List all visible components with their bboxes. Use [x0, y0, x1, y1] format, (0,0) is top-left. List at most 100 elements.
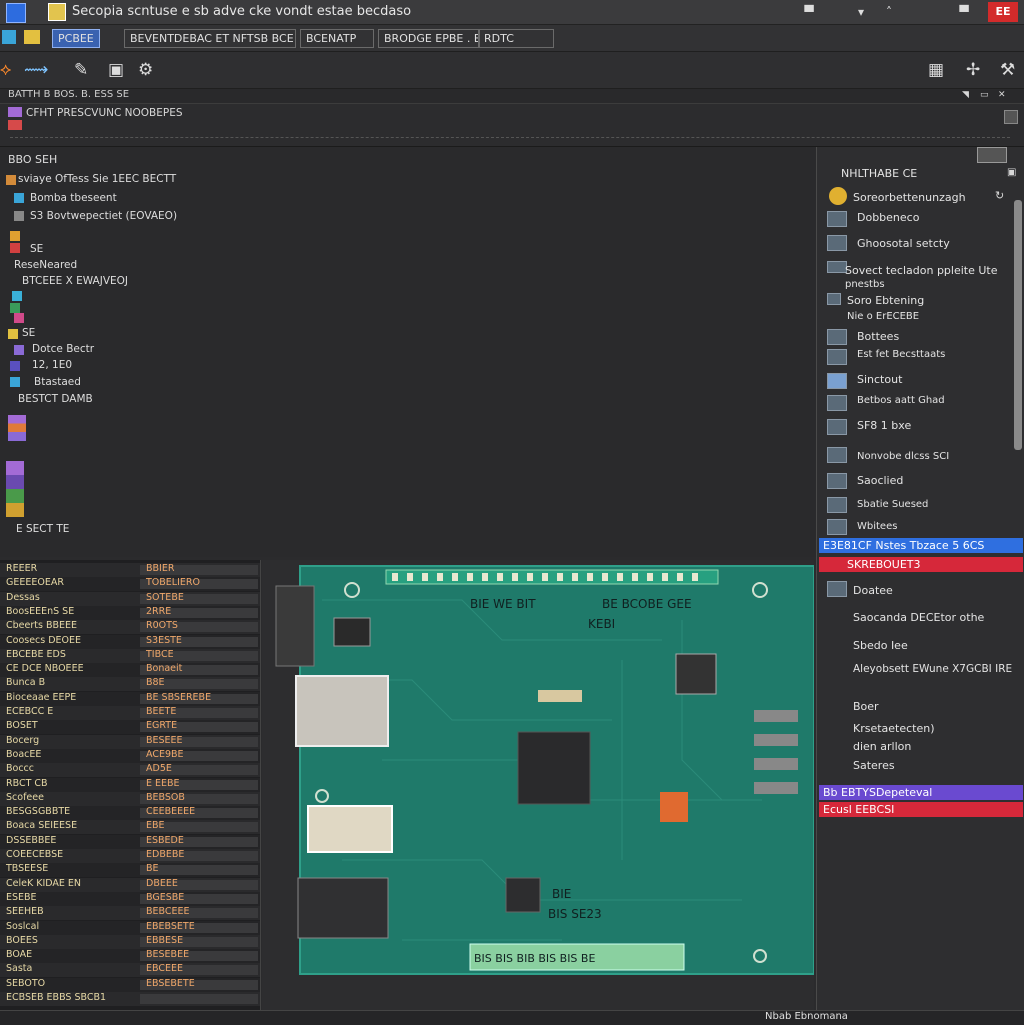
refresh-icon[interactable]: ↻	[995, 189, 1004, 202]
panel-item[interactable]: Saocanda DECEtor othe	[853, 611, 984, 624]
menu-nat[interactable]: BCENATP	[300, 29, 374, 48]
table-row[interactable]: REEER BBIER	[0, 563, 260, 577]
panel-item[interactable]: Krsetaetecten)	[853, 722, 935, 735]
panel-item[interactable]: Wbitees	[857, 521, 897, 532]
save-icon[interactable]: ▣	[108, 60, 124, 80]
table-row[interactable]: RBCT CB E EEBE	[0, 777, 260, 792]
selected-item-purple[interactable]: Bb EBTYSDepeteval	[819, 785, 1023, 800]
table-row[interactable]: Dessas SOTEBE	[0, 591, 260, 606]
table-row[interactable]: Cbeerts BBEEE R0OTS	[0, 620, 260, 635]
selected-item-blue[interactable]: E3E81CF Nstes Tbzace 5 6CS	[819, 538, 1023, 553]
panel-item[interactable]: Nie o ErECEBE	[847, 311, 919, 322]
panel-item[interactable]: Sbedo Iee	[853, 639, 908, 652]
table-row[interactable]: ECEBCC E BEETE	[0, 706, 260, 720]
table-row[interactable]: SEEHEB BEBCEEE	[0, 906, 260, 921]
close-icon[interactable]: ▣	[1007, 167, 1016, 178]
table-row[interactable]: Sasta EBCEEE	[0, 963, 260, 978]
panel-item[interactable]: Sateres	[853, 759, 895, 772]
settings-icon[interactable]: ⚙	[138, 60, 153, 80]
wire-icon[interactable]: ✎	[74, 60, 88, 80]
table-row[interactable]: Soslcal EBEBSETE	[0, 920, 260, 935]
tree-node[interactable]: ReseNeared	[14, 259, 77, 271]
board-canvas[interactable]: BIE WE BIT BE BCOBE GEE KEBI BIE BIS SE2…	[262, 560, 815, 1010]
scrollbar[interactable]	[1014, 200, 1022, 450]
tree-node[interactable]: sviaye OfTess Sie 1EEC BECTT	[18, 173, 176, 185]
split-icon[interactable]: ▭	[980, 90, 989, 100]
tree-node[interactable]: Bomba tbeseent	[30, 192, 117, 204]
selected-item-red-2[interactable]: Ecusl EEBCSI	[819, 802, 1023, 817]
panel-item[interactable]: Dobbeneco	[857, 211, 919, 224]
menu-bridge[interactable]: BRODGE EPBE . ET	[378, 29, 480, 48]
tree-node[interactable]: SE	[30, 243, 43, 255]
panel-item[interactable]: Doatee	[853, 584, 893, 597]
tree-node[interactable]: 12, 1E0	[32, 359, 72, 371]
panel-item[interactable]: pnestbs	[845, 279, 885, 290]
table-row[interactable]: BOAE BESEBEE	[0, 949, 260, 964]
tree-node[interactable]: BTCEEE X EWAJVEOJ	[22, 275, 128, 287]
table-row[interactable]: BOSET EGRTE	[0, 720, 260, 735]
table-row[interactable]: BOEES EBBESE	[0, 934, 260, 949]
table-row[interactable]: BoacEE ACE9BE	[0, 748, 260, 763]
table-row[interactable]: CE DCE NBOEEE Bonaeit	[0, 663, 260, 678]
menu-event[interactable]: BEVENTDEBAC ET NFTSB BCE	[124, 29, 296, 48]
table-row[interactable]: Coosecs DEOEE S3ESTE	[0, 634, 260, 649]
route-icon[interactable]: ⟡	[0, 60, 11, 80]
menu-rdtc[interactable]: RDTC	[478, 29, 554, 48]
compass-icon[interactable]: ✢	[966, 60, 980, 80]
table-row[interactable]: CeleK KIDAE EN DBEEE	[0, 877, 260, 892]
tree-node[interactable]: SE	[22, 327, 35, 339]
tree-node[interactable]: Dotce Bectr	[32, 343, 94, 355]
table-row[interactable]: EBCEBE EDS TIBCE	[0, 648, 260, 663]
tools-icon[interactable]: ⚒	[1000, 60, 1015, 80]
table-row[interactable]: Bunca B B8E	[0, 677, 260, 692]
minimize-icon[interactable]: ▾	[852, 3, 870, 21]
panel-item[interactable]: Sinctout	[857, 373, 902, 386]
table-row[interactable]: GEEEEOEAR TOBELIERO	[0, 577, 260, 592]
panel-item[interactable]: Soro Ebtening	[847, 294, 924, 307]
close-button[interactable]: EE	[988, 2, 1018, 22]
table-row[interactable]: SEBOTO EBSEBETE	[0, 977, 260, 992]
folder-icon[interactable]	[24, 30, 40, 44]
table-row[interactable]: TBSEESE BE	[0, 863, 260, 878]
panel-item[interactable]: Bottees	[857, 330, 899, 343]
table-row[interactable]: Scofeee BEBSOB	[0, 791, 260, 806]
panel-item[interactable]: Sovect tecladon ppleite Ute	[845, 264, 998, 277]
panel-item[interactable]: Saoclied	[857, 474, 903, 487]
table-row[interactable]: ECBSEB EBBS SBCB1	[0, 992, 260, 1006]
pcb-board[interactable]: BIE WE BIT BE BCOBE GEE KEBI BIE BIS SE2…	[262, 560, 815, 1010]
table-row[interactable]: Bioceaae EEPE BE SBSEREBE	[0, 691, 260, 706]
restore-icon[interactable]: ▀	[800, 3, 818, 21]
project-icon[interactable]	[2, 30, 16, 44]
panel-item[interactable]: Soreorbettenunzagh	[853, 191, 966, 204]
table-row[interactable]: Boccc AD5E	[0, 763, 260, 778]
chevron-up-icon[interactable]: ˄	[880, 3, 898, 21]
table-row[interactable]: DSSEBBEE ESBEDE	[0, 834, 260, 849]
menu-pcb[interactable]: PCBEE	[52, 29, 100, 48]
maximize-icon[interactable]: ▀	[955, 3, 973, 21]
panel-item[interactable]: Nonvobe dlcss SCI	[857, 451, 949, 462]
table-row[interactable]: Bocerg BESEEE	[0, 734, 260, 749]
tree-node[interactable]: E SECT TE	[16, 523, 69, 535]
panel-item[interactable]: dien arllon	[853, 740, 911, 753]
table-row[interactable]: COEECEBSE EDBEBE	[0, 849, 260, 863]
tree-node[interactable]: BESTCT DAMB	[18, 393, 93, 405]
panel-menu-icon[interactable]	[977, 147, 1007, 163]
link-icon[interactable]: ⟿	[24, 60, 48, 80]
panel-item[interactable]: Ghoosotal setcty	[857, 237, 950, 250]
grid-icon[interactable]: ▦	[928, 60, 944, 80]
panel-item[interactable]: Boer	[853, 700, 879, 713]
panel-item[interactable]: Sbatie Suesed	[857, 499, 928, 510]
panel-item[interactable]: Est fet Becsttaats	[857, 349, 945, 360]
selected-item-red[interactable]: SKREBOUET3	[819, 557, 1023, 572]
panel-close-icon[interactable]: ✕	[998, 90, 1006, 100]
pin-icon[interactable]: ◥	[962, 90, 969, 100]
table-row[interactable]: BoosEEEnS SE 2RRE	[0, 605, 260, 620]
panel-item[interactable]: Aleyobsett EWune X7GCBI IRE	[853, 663, 1012, 675]
panel-item[interactable]: Betbos aatt Ghad	[857, 395, 945, 406]
tree-node[interactable]: S3 Bovtwepectiet (EOVAEO)	[30, 210, 177, 222]
tree-node[interactable]: Btastaed	[34, 376, 81, 388]
table-row[interactable]: Boaca SEIEESE EBE	[0, 820, 260, 835]
panel-item[interactable]: SF8 1 bxe	[857, 419, 911, 432]
table-row[interactable]: ESEBE BGESBE	[0, 891, 260, 906]
expand-icon[interactable]	[1004, 110, 1018, 124]
